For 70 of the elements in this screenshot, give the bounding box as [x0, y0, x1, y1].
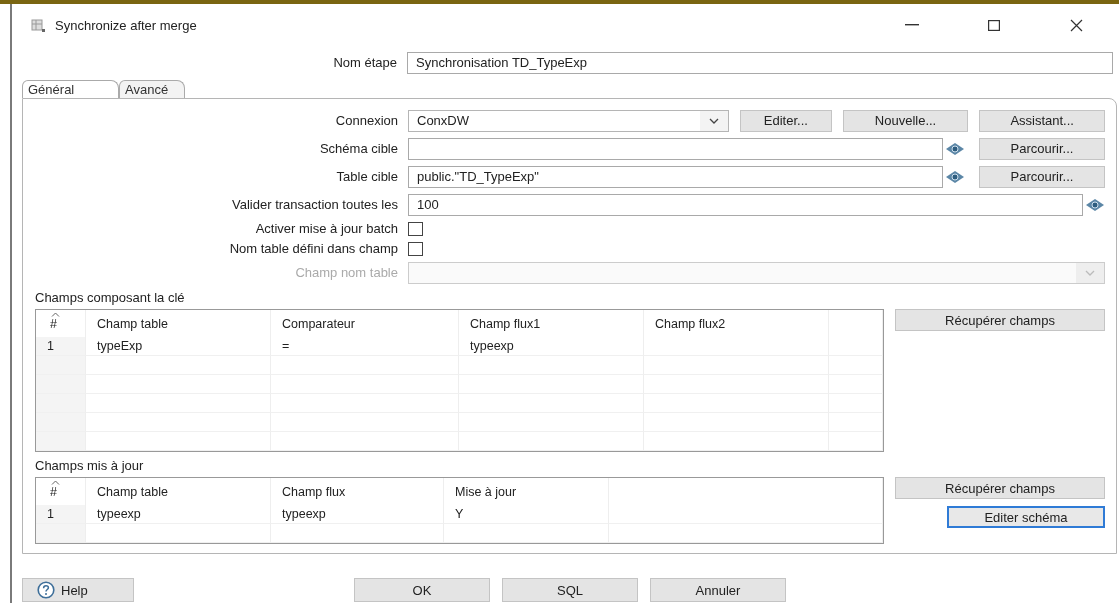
section-title: Champs composant la clé	[35, 290, 186, 306]
help-button[interactable]: Help	[22, 578, 134, 602]
checkbox[interactable]	[408, 221, 423, 236]
table-cell: typeExp	[86, 337, 271, 356]
table-cell: typeexp	[86, 505, 271, 524]
section-title: Champs mis à jour	[35, 458, 145, 474]
dropdown-caret-icon	[708, 117, 719, 124]
text-field[interactable]: 100	[408, 193, 1083, 216]
table-cell: typeexp	[271, 505, 444, 524]
button[interactable]: Editer...	[739, 109, 832, 132]
field-label: Valider transaction toutes les	[231, 197, 399, 212]
field-label: Schéma cible	[318, 141, 399, 156]
table-cell: typeexp	[459, 337, 644, 356]
tab[interactable]: Général	[22, 80, 119, 98]
field-label: Activer mise à jour batch	[254, 221, 399, 236]
button[interactable]: Récupérer champs	[895, 477, 1105, 499]
tab[interactable]: Avancé	[119, 80, 186, 98]
field-label: Nom étape	[332, 55, 398, 70]
field-label: Connexion	[334, 113, 399, 128]
column-header[interactable]: Champ flux2	[644, 310, 829, 337]
field-label: Nom table défini dans champ	[228, 241, 399, 256]
row-number-cell	[36, 432, 86, 451]
button[interactable]: Parcourir...	[979, 137, 1105, 160]
button[interactable]: Assistant...	[979, 109, 1105, 132]
row-number-cell	[36, 524, 86, 543]
dropdown-caret-icon	[1085, 269, 1095, 276]
row-number-cell	[36, 413, 86, 432]
help-icon	[37, 581, 55, 599]
table-cell: =	[271, 337, 459, 356]
text-field[interactable]	[408, 137, 943, 160]
button[interactable]: Récupérer champs	[895, 309, 1105, 331]
row-number-cell	[36, 375, 86, 394]
row-number-cell: 1	[36, 337, 86, 356]
table-cell	[829, 432, 883, 451]
table-cell	[829, 356, 883, 375]
field-label: Table cible	[335, 169, 399, 184]
column-header[interactable]: Comparateur	[271, 310, 459, 337]
sort-caret-icon	[51, 312, 60, 317]
minimize-icon	[905, 24, 919, 26]
button[interactable]: Parcourir...	[979, 165, 1105, 188]
column-header[interactable]: Mise à jour	[444, 478, 609, 505]
column-header[interactable]: Champ table	[86, 310, 271, 337]
text-field[interactable]: public."TD_TypeExp"	[408, 165, 943, 188]
sort-caret-icon	[51, 480, 60, 485]
button[interactable]: Editer schéma	[947, 506, 1105, 528]
row-number-cell: 1	[36, 505, 86, 524]
window-title: Synchronize after merge	[55, 17, 197, 33]
button[interactable]: SQL	[502, 578, 638, 602]
column-header[interactable]: #	[50, 484, 57, 499]
row-number-cell	[36, 394, 86, 413]
column-header[interactable]: #	[50, 316, 57, 331]
table-cell	[829, 375, 883, 394]
row-number-cell	[36, 356, 86, 375]
button[interactable]: OK	[354, 578, 490, 602]
window-icon	[31, 18, 45, 32]
close-icon	[1069, 18, 1083, 32]
table-cell: Y	[444, 505, 609, 524]
button[interactable]: Annuler	[650, 578, 786, 602]
dropdown[interactable]: ConxDW	[408, 109, 729, 132]
field-label: Champ nom table	[294, 265, 399, 280]
maximize-icon	[988, 19, 1000, 31]
column-header[interactable]: Champ flux1	[459, 310, 644, 337]
button[interactable]: Nouvelle...	[842, 109, 969, 132]
step-name-field[interactable]: Synchronisation TD_TypeExp	[407, 51, 1113, 74]
table-cell	[829, 394, 883, 413]
checkbox[interactable]	[408, 241, 423, 256]
column-header[interactable]: Champ flux	[271, 478, 444, 505]
table-cell	[829, 337, 883, 356]
table-cell	[829, 413, 883, 432]
column-header[interactable]: Champ table	[86, 478, 271, 505]
